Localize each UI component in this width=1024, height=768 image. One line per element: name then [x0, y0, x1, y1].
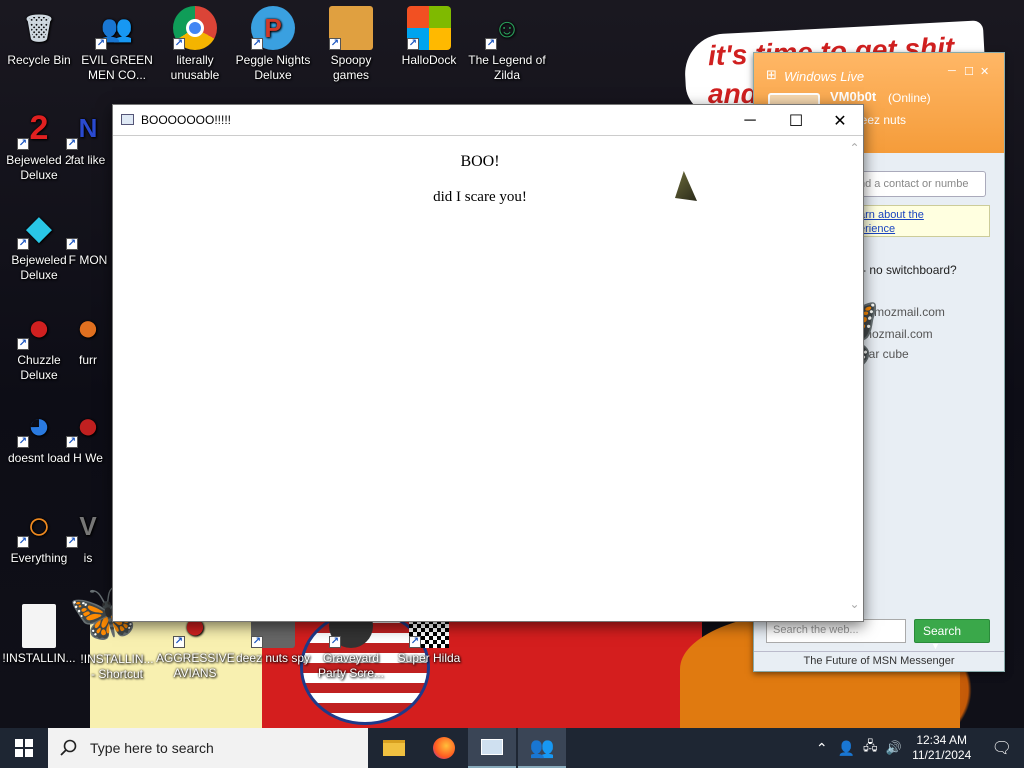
msn-people-icon: 👥 ↗ — [95, 12, 134, 50]
v-logo-icon: V ↗ — [66, 510, 97, 548]
f-mon-icon: ↗ — [66, 238, 78, 250]
tray-chevron-icon[interactable]: ⌃ — [816, 740, 828, 757]
fat-like-icon: N ↗ — [66, 112, 98, 150]
bejeweled-2-icon: 2 ↗ — [17, 108, 49, 150]
msn-minimize-button[interactable]: ─ — [948, 65, 956, 77]
chrome-icon: ↗ — [173, 6, 217, 50]
taskbar-msn-messenger[interactable]: 👥 — [518, 728, 566, 768]
window-title: BOOOOOOO!!!!! — [141, 113, 232, 127]
msn-info-bar[interactable]: arn about the erience — [854, 205, 990, 237]
magnifier-icon: ○ ↗ — [17, 503, 52, 548]
boo-window[interactable]: BOOOOOOO!!!!! ─ ☐ ✕ BOO! did I scare you… — [112, 104, 864, 622]
desktop-icon-installin[interactable]: !INSTALLIN... — [0, 604, 78, 666]
msn-username[interactable]: VM0b0t — [830, 89, 876, 104]
maximize-button[interactable]: ☐ — [773, 105, 819, 136]
scroll-down-icon[interactable]: ⌄ — [846, 597, 863, 611]
desktop-icon-spoopy-games[interactable]: ↗ Spoopy games — [312, 6, 390, 83]
desktop-icon-peggle[interactable]: P ↗ Peggle Nights Deluxe — [234, 6, 312, 83]
window-content: BOO! did I scare you! — [113, 137, 847, 621]
clock[interactable]: 12:34 AM 11/21/2024 — [906, 733, 978, 763]
chevron-down-icon[interactable]: ▼ — [931, 641, 940, 651]
msn-brand: Windows Live — [784, 69, 865, 84]
start-button[interactable] — [0, 728, 48, 768]
windows-start-icon — [15, 739, 33, 757]
network-icon[interactable]: 🖧 — [863, 737, 878, 759]
app-window-icon — [481, 739, 503, 755]
notification-icon[interactable]: 🗨 — [992, 738, 1012, 758]
minimize-button[interactable]: ─ — [727, 105, 773, 136]
msn-footer: The Future of MSN Messenger — [754, 651, 1004, 671]
taskbar-app-window[interactable] — [468, 728, 516, 768]
folder-icon: ↗ — [329, 6, 373, 50]
learn-link-2[interactable]: erience — [859, 222, 985, 236]
desktop-icon-fat-like[interactable]: N ↗ fat like — [64, 106, 112, 168]
desktop-icon-furr[interactable]: ● furr — [64, 306, 112, 368]
clock-time: 12:34 AM — [916, 733, 968, 747]
taskbar-firefox[interactable] — [420, 728, 468, 768]
taskbar-search-input[interactable]: Type here to search — [48, 728, 368, 768]
firefox-icon: ● — [76, 306, 100, 349]
msn-status[interactable]: (Online) — [888, 91, 931, 105]
scroll-up-icon[interactable]: ⌃ — [846, 141, 863, 155]
moth-icon — [675, 171, 697, 201]
peggle-icon: P ↗ — [251, 6, 295, 50]
search-icon — [60, 739, 77, 756]
red-circle-icon: ● ↗ — [66, 404, 100, 448]
msn-close-button[interactable]: ✕ — [980, 65, 989, 78]
windows-live-logo-icon: ⊞ — [766, 67, 777, 82]
volume-icon[interactable]: 🔊 — [886, 740, 902, 756]
chuzzle-icon: ● ↗ — [17, 306, 51, 350]
desktop: it's time to get shit and 🦋 🗑 Recycle Bi… — [0, 0, 1024, 728]
desktop-icon-h-we[interactable]: ● ↗ H We — [64, 404, 112, 466]
title-bar[interactable]: BOOOOOOO!!!!! ─ ☐ ✕ — [113, 105, 863, 136]
contact-search-input[interactable]: nd a contact or numbe — [854, 171, 986, 197]
desktop-icon-evil-green-men[interactable]: 👥 ↗ EVIL GREEN MEN CO... — [78, 6, 156, 83]
boo-heading: BOO! — [460, 153, 500, 170]
taskbar: Type here to search 👥 ⌃ 👤 🖧 🔊 12:34 AM 1… — [0, 728, 1024, 768]
desktop-icon-hallodock[interactable]: ↗ HalloDock — [390, 6, 468, 68]
no-switchboard-text: - no switchboard? — [862, 263, 957, 277]
desktop-icon-recycle-bin[interactable]: 🗑 Recycle Bin — [0, 6, 78, 68]
zilda-character-icon: ☺ ↗ — [485, 12, 521, 50]
close-button[interactable]: ✕ — [817, 105, 863, 136]
thunderbird-icon: ◕ ↗ — [17, 404, 51, 448]
desktop-icon-legend-of-zilda[interactable]: ☺ ↗ The Legend of Zilda — [468, 6, 546, 83]
app-icon — [121, 114, 134, 125]
search-button[interactable]: Search ▼ — [914, 619, 990, 651]
document-icon — [22, 604, 56, 648]
boo-body: did I scare you! — [433, 189, 527, 205]
msn-people-icon: 👥 — [529, 736, 555, 759]
system-tray: ⌃ 👤 🖧 🔊 12:34 AM 11/21/2024 🗨 — [810, 728, 1024, 768]
folder-icon — [383, 740, 405, 756]
msn-tray-icon[interactable]: 👤 — [838, 740, 855, 757]
diamond-icon: ◆ ↗ — [17, 208, 53, 250]
desktop-icon-f-mon[interactable]: ↗ F MON — [64, 206, 112, 268]
web-search-input[interactable]: Search the web... — [766, 619, 906, 643]
firefox-icon — [433, 737, 455, 759]
desktop-icon-literally-unusable[interactable]: ↗ literally unusable — [156, 6, 234, 83]
msn-maximize-button[interactable]: ☐ — [964, 65, 974, 78]
learn-link[interactable]: arn about the — [859, 208, 985, 222]
vertical-scrollbar[interactable]: ⌃ ⌄ — [846, 137, 863, 621]
desktop-icon-is[interactable]: V ↗ is — [64, 504, 112, 566]
recycle-bin-icon: 🗑 — [22, 12, 56, 43]
taskbar-file-explorer[interactable] — [370, 728, 418, 768]
windows-logo-icon: ↗ — [407, 6, 451, 50]
clock-date: 11/21/2024 — [912, 748, 972, 762]
